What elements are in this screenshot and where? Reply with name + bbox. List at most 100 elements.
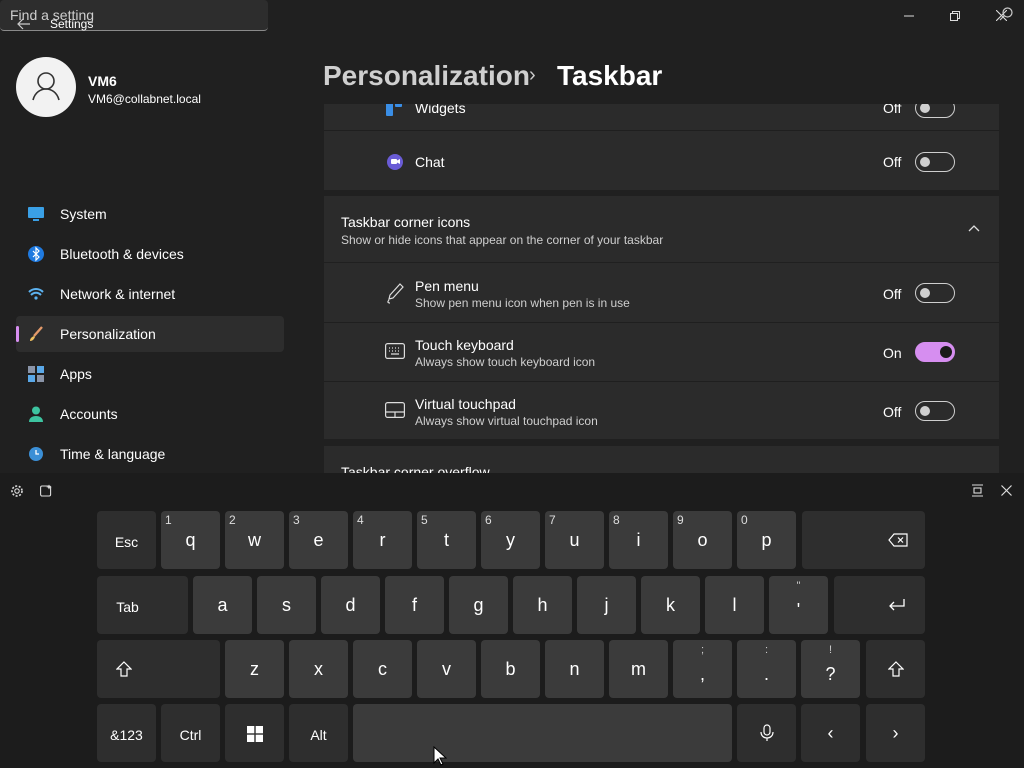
avatar[interactable]: [16, 57, 76, 117]
sidebar-item-apps[interactable]: Apps: [16, 356, 284, 392]
key-g[interactable]: g: [449, 576, 508, 634]
shift-icon: [888, 661, 904, 677]
key-o[interactable]: 9o: [673, 511, 732, 569]
pen-menu-toggle[interactable]: [915, 283, 955, 303]
chevron-up-icon[interactable]: [968, 224, 980, 232]
sidebar-item-time-language[interactable]: Time & language: [16, 436, 284, 472]
sidebar-item-bluetooth[interactable]: Bluetooth & devices: [16, 236, 284, 272]
sidebar-item-label: Network & internet: [60, 286, 176, 302]
key-enter[interactable]: [834, 576, 925, 634]
enter-icon: [889, 599, 905, 611]
key-v[interactable]: v: [417, 640, 476, 698]
key-z[interactable]: z: [225, 640, 284, 698]
key-space[interactable]: [353, 704, 732, 762]
key-t[interactable]: 5t: [417, 511, 476, 569]
key-e[interactable]: 3e: [289, 511, 348, 569]
search-input[interactable]: [10, 6, 230, 24]
pen-menu-subtitle: Show pen menu icon when pen is in use: [415, 296, 630, 310]
keyboard-icon: [385, 343, 405, 359]
user-name: VM6: [88, 73, 117, 89]
corner-overflow-title: Taskbar corner overflow: [341, 464, 490, 473]
key-h[interactable]: h: [513, 576, 572, 634]
mouse-cursor-icon: [433, 746, 447, 766]
key-esc[interactable]: Esc: [97, 511, 156, 569]
key-m[interactable]: m: [609, 640, 668, 698]
key-l[interactable]: l: [705, 576, 764, 634]
chat-state: Off: [883, 154, 902, 170]
key-windows[interactable]: [225, 704, 284, 762]
maximize-button[interactable]: [932, 4, 978, 28]
key-u[interactable]: 7u: [545, 511, 604, 569]
widgets-icon: [386, 104, 402, 116]
sidebar-item-personalization[interactable]: Personalization: [16, 316, 284, 352]
widgets-toggle[interactable]: [915, 104, 955, 118]
apps-icon: [28, 366, 44, 382]
windows-logo-icon: [247, 726, 263, 742]
taskbar-items-card: Widgets Off Chat Off: [324, 104, 999, 190]
key-shift-right[interactable]: [866, 640, 925, 698]
key-tab[interactable]: Tab: [97, 576, 188, 634]
gear-icon[interactable]: [10, 484, 24, 498]
key-shift-left[interactable]: [97, 640, 220, 698]
virtual-touchpad-toggle[interactable]: [915, 401, 955, 421]
corner-overflow-expander[interactable]: Taskbar corner overflow: [324, 446, 999, 473]
key-y[interactable]: 6y: [481, 511, 540, 569]
key-f[interactable]: f: [385, 576, 444, 634]
key-q[interactable]: 1q: [161, 511, 220, 569]
key-apostrophe[interactable]: " ': [769, 576, 828, 634]
key-r[interactable]: 4r: [353, 511, 412, 569]
corner-icons-expander[interactable]: Taskbar corner icons Show or hide icons …: [324, 196, 999, 262]
key-ctrl[interactable]: Ctrl: [161, 704, 220, 762]
key-period[interactable]: :.: [737, 640, 796, 698]
breadcrumb-chevron-icon: ›: [529, 64, 536, 86]
key-c[interactable]: c: [353, 640, 412, 698]
key-b[interactable]: b: [481, 640, 540, 698]
key-question[interactable]: !?: [801, 640, 860, 698]
key-alt[interactable]: Alt: [289, 704, 348, 762]
monitor-icon: [28, 207, 44, 221]
touch-keyboard-toggle[interactable]: [915, 342, 955, 362]
corner-icons-subtitle: Show or hide icons that appear on the co…: [341, 233, 664, 247]
widgets-state: Off: [883, 104, 902, 116]
key-x[interactable]: x: [289, 640, 348, 698]
virtual-touchpad-subtitle: Always show virtual touchpad icon: [415, 414, 598, 428]
key-j[interactable]: j: [577, 576, 636, 634]
person-icon: [29, 406, 43, 422]
touch-keyboard-title: Touch keyboard: [415, 337, 514, 353]
keyboard-dock-icon[interactable]: [971, 484, 984, 497]
minimize-button[interactable]: [886, 4, 932, 28]
key-right-arrow[interactable]: ›: [866, 704, 925, 762]
user-email: VM6@collabnet.local: [88, 92, 201, 106]
sidebar-item-network[interactable]: Network & internet: [16, 276, 284, 312]
microphone-icon: [760, 724, 774, 741]
key-p[interactable]: 0p: [737, 511, 796, 569]
key-backspace[interactable]: [802, 511, 925, 569]
emoji-panel-icon[interactable]: [40, 484, 53, 497]
close-keyboard-icon[interactable]: [1001, 485, 1012, 496]
keyboard-toolbar: [0, 473, 1024, 507]
touch-keyboard: Esc 1q 2w 3e 4r 5t 6y 7u 8i 9o 0p Tab a …: [0, 473, 1024, 768]
key-w[interactable]: 2w: [225, 511, 284, 569]
touchpad-icon: [385, 402, 405, 418]
shift-icon: [116, 661, 132, 677]
sidebar-item-accounts[interactable]: Accounts: [16, 396, 284, 432]
key-microphone[interactable]: [737, 704, 796, 762]
key-k[interactable]: k: [641, 576, 700, 634]
key-n[interactable]: n: [545, 640, 604, 698]
search-icon[interactable]: [998, 6, 1014, 22]
selection-indicator: [16, 326, 19, 342]
key-left-arrow[interactable]: ‹: [801, 704, 860, 762]
key-symbols[interactable]: &123: [97, 704, 156, 762]
chat-toggle[interactable]: [915, 152, 955, 172]
sidebar-item-label: Bluetooth & devices: [60, 246, 184, 262]
sidebar-item-label: Accounts: [60, 406, 118, 422]
sidebar-item-system[interactable]: System: [16, 196, 284, 232]
pen-icon: [387, 283, 404, 304]
corner-icons-title: Taskbar corner icons: [341, 214, 471, 230]
key-s[interactable]: s: [257, 576, 316, 634]
key-comma[interactable]: ;,: [673, 640, 732, 698]
breadcrumb-parent[interactable]: Personalization: [323, 60, 530, 92]
key-a[interactable]: a: [193, 576, 252, 634]
key-i[interactable]: 8i: [609, 511, 668, 569]
key-d[interactable]: d: [321, 576, 380, 634]
